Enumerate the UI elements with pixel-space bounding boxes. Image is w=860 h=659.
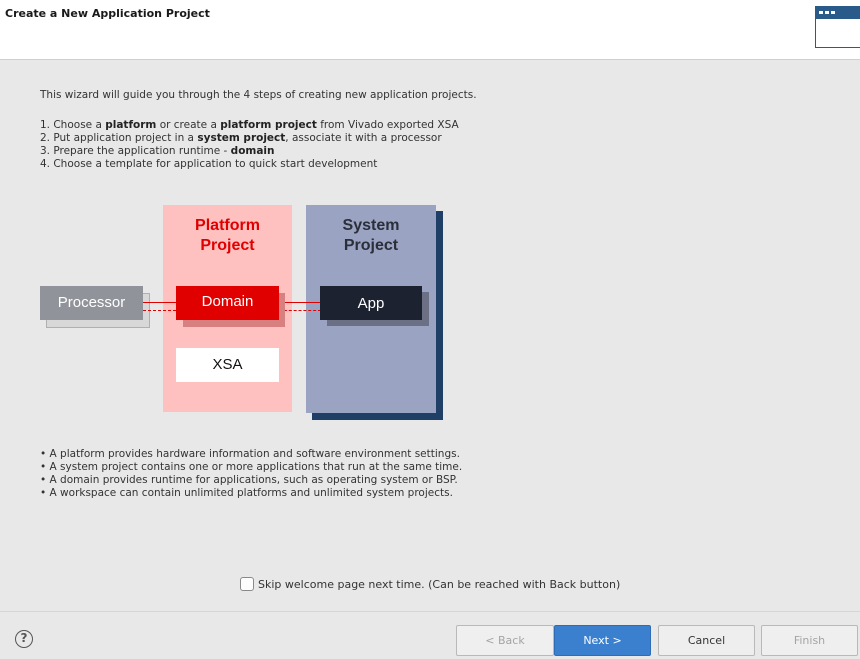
intro-text: This wizard will guide you through the 4… <box>40 89 477 101</box>
next-button[interactable]: Next > <box>554 625 651 656</box>
note-item: • A domain provides runtime for applicat… <box>40 474 458 486</box>
connector-line <box>279 310 321 311</box>
wizard-banner-icon <box>815 6 860 48</box>
connector-line <box>143 310 176 311</box>
architecture-diagram: Platform Project System Project Processo… <box>40 205 450 425</box>
system-project-label: System Project <box>342 217 400 254</box>
wizard-title: Create a New Application Project <box>5 7 210 20</box>
xsa-label: XSA <box>212 356 243 373</box>
wizard-icon-dot <box>825 11 829 14</box>
step-item: 3. Prepare the application runtime - dom… <box>40 145 275 157</box>
processor-label: Processor <box>57 294 126 311</box>
back-button[interactable]: < Back <box>456 625 554 656</box>
note-item: • A workspace can contain unlimited plat… <box>40 487 453 499</box>
step-item: 1. Choose a platform or create a platfor… <box>40 119 459 131</box>
platform-project-label: Platform Project <box>195 217 260 254</box>
footer-divider <box>0 611 860 612</box>
wizard-icon-dot <box>831 11 835 14</box>
finish-button[interactable]: Finish <box>761 625 858 656</box>
skip-welcome-checkbox[interactable] <box>240 577 254 591</box>
cancel-button[interactable]: Cancel <box>658 625 755 656</box>
step-item: 2. Put application project in a system p… <box>40 132 442 144</box>
connector-line <box>143 302 176 303</box>
skip-welcome-row[interactable]: Skip welcome page next time. (Can be rea… <box>240 577 620 591</box>
connector-line <box>279 302 321 303</box>
note-item: • A system project contains one or more … <box>40 461 463 473</box>
skip-welcome-label[interactable]: Skip welcome page next time. (Can be rea… <box>258 578 620 591</box>
wizard-icon-dot <box>819 11 823 14</box>
help-icon[interactable]: ? <box>15 630 33 648</box>
app-label: App <box>357 295 385 312</box>
domain-label: Domain <box>201 293 254 310</box>
note-item: • A platform provides hardware informati… <box>40 448 460 460</box>
step-item: 4. Choose a template for application to … <box>40 158 378 170</box>
steps-list: 1. Choose a platform or create a platfor… <box>40 119 459 171</box>
notes-list: • A platform provides hardware informati… <box>40 448 462 500</box>
wizard-header: Create a New Application Project <box>0 0 860 60</box>
